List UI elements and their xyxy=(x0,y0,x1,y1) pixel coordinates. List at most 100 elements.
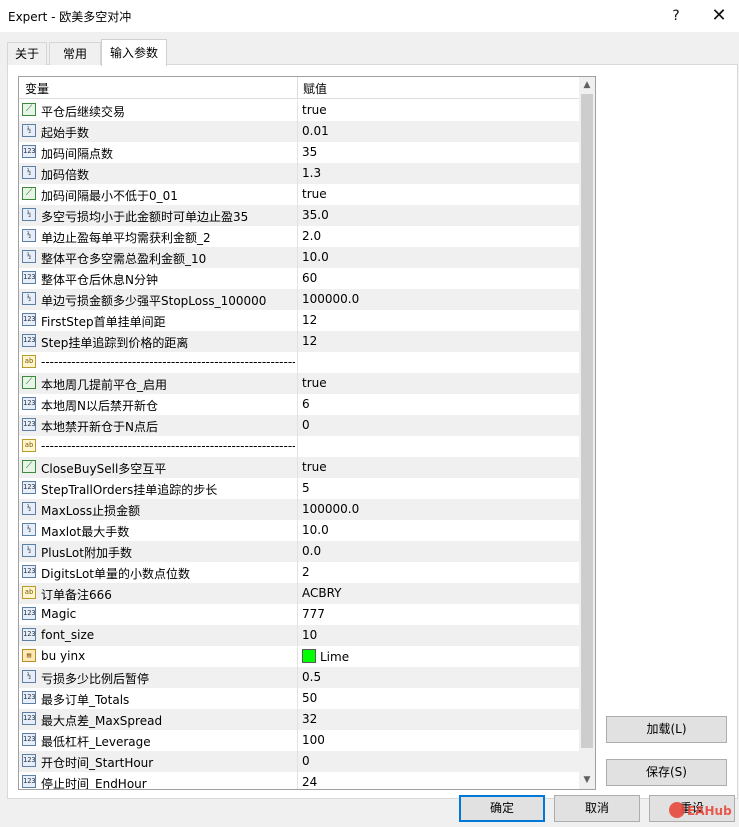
param-value[interactable]: 0 xyxy=(302,418,310,432)
param-value[interactable]: 12 xyxy=(302,334,317,348)
integer-icon: 123 xyxy=(22,418,36,431)
param-name: 整体平仓多空需总盈利金额_10 xyxy=(41,252,207,266)
header-value[interactable]: 赋值 xyxy=(303,80,327,97)
double-icon: ½ xyxy=(22,208,36,221)
param-row[interactable]: ⟋ 加码间隔最小不低于0_01 true xyxy=(19,184,579,205)
param-value[interactable]: 50 xyxy=(302,691,317,705)
param-row[interactable]: ⟋ 本地周几提前平仓_启用 true xyxy=(19,373,579,394)
param-row[interactable]: ab --------------------------------------… xyxy=(19,352,579,373)
param-value[interactable]: 100000.0 xyxy=(302,292,359,306)
param-row[interactable]: ⟋ 平仓后继续交易 true xyxy=(19,100,579,121)
scroll-down-icon[interactable]: ▼ xyxy=(579,772,595,789)
param-value[interactable]: Lime xyxy=(302,649,349,664)
param-value[interactable]: 5 xyxy=(302,481,310,495)
cell-separator xyxy=(297,121,298,142)
param-row[interactable]: 123 最多订单_Totals 50 xyxy=(19,688,579,709)
help-button[interactable]: ? xyxy=(658,4,694,28)
param-row[interactable]: 123 停止时间_EndHour 24 xyxy=(19,772,579,789)
param-name: 平仓后继续交易 xyxy=(41,105,126,119)
param-row[interactable]: 123 Step挂单追踪到价格的距离 12 xyxy=(19,331,579,352)
param-value[interactable]: 0.01 xyxy=(302,124,329,138)
cancel-button[interactable]: 取消 xyxy=(554,795,640,822)
integer-icon: 123 xyxy=(22,628,36,641)
param-row[interactable]: 123 本地周N以后禁开新仓 6 xyxy=(19,394,579,415)
param-value[interactable]: 0 xyxy=(302,754,310,768)
cell-separator xyxy=(297,142,298,163)
header-variable[interactable]: 变量 xyxy=(25,80,49,97)
param-row[interactable]: 123 StepTrallOrders挂单追踪的步长 5 xyxy=(19,478,579,499)
param-value[interactable]: 10 xyxy=(302,628,317,642)
tab-common[interactable]: 常用 xyxy=(49,42,101,65)
double-icon: ½ xyxy=(22,250,36,263)
param-row[interactable]: ⟋ CloseBuySell多空互平 true xyxy=(19,457,579,478)
param-value[interactable]: 24 xyxy=(302,775,317,789)
param-value[interactable]: true xyxy=(302,460,327,474)
param-value[interactable]: true xyxy=(302,187,327,201)
param-value[interactable]: true xyxy=(302,103,327,117)
param-name: 本地禁开新仓于N点后 xyxy=(41,420,158,434)
param-value[interactable]: 2.0 xyxy=(302,229,321,243)
param-row[interactable]: 123 加码间隔点数 35 xyxy=(19,142,579,163)
vertical-scrollbar[interactable]: ▲ ▼ xyxy=(579,77,595,789)
param-row[interactable]: 123 最低杠杆_Leverage 100 xyxy=(19,730,579,751)
string-icon: ab xyxy=(22,586,36,599)
param-row[interactable]: ½ PlusLot附加手数 0.0 xyxy=(19,541,579,562)
param-value[interactable]: 6 xyxy=(302,397,310,411)
param-row[interactable]: ½ 亏损多少比例后暂停 0.5 xyxy=(19,667,579,688)
param-value[interactable]: 10.0 xyxy=(302,250,329,264)
tab-inputs[interactable]: 输入参数 xyxy=(101,39,167,66)
color-name: Lime xyxy=(320,650,350,664)
param-value[interactable]: 12 xyxy=(302,313,317,327)
param-value[interactable]: 777 xyxy=(302,607,325,621)
param-value[interactable]: 2 xyxy=(302,565,310,579)
param-row[interactable]: ▤ bu yinx Lime xyxy=(19,646,579,667)
close-button[interactable]: ✕ xyxy=(701,4,737,28)
param-value[interactable]: 60 xyxy=(302,271,317,285)
param-value[interactable]: ACBRY xyxy=(302,586,342,600)
param-row[interactable]: 123 Magic 777 xyxy=(19,604,579,625)
param-row[interactable]: ½ 整体平仓多空需总盈利金额_10 10.0 xyxy=(19,247,579,268)
param-value[interactable]: true xyxy=(302,376,327,390)
param-value[interactable]: 100 xyxy=(302,733,325,747)
param-value[interactable]: 0.0 xyxy=(302,544,321,558)
param-row[interactable]: ½ 单边亏损金额多少强平StopLoss_100000 100000.0 xyxy=(19,289,579,310)
param-value[interactable]: 100000.0 xyxy=(302,502,359,516)
save-button[interactable]: 保存(S) xyxy=(606,759,727,786)
param-value[interactable]: 10.0 xyxy=(302,523,329,537)
integer-icon: 123 xyxy=(22,271,36,284)
tab-about[interactable]: 关于 xyxy=(7,42,47,65)
param-row[interactable]: ab 订单备注666 ACBRY xyxy=(19,583,579,604)
integer-icon: 123 xyxy=(22,565,36,578)
param-value[interactable]: 35 xyxy=(302,145,317,159)
param-row[interactable]: ½ 单边止盈每单平均需获利金额_2 2.0 xyxy=(19,226,579,247)
load-button[interactable]: 加载(L) xyxy=(606,716,727,743)
scroll-up-icon[interactable]: ▲ xyxy=(579,77,595,94)
param-row[interactable]: 123 开仓时间_StartHour 0 xyxy=(19,751,579,772)
param-row[interactable]: 123 DigitsLot单量的小数点位数 2 xyxy=(19,562,579,583)
param-row[interactable]: ½ 起始手数 0.01 xyxy=(19,121,579,142)
cell-separator xyxy=(297,415,298,436)
param-row[interactable]: ½ 多空亏损均小于此金额时可单边止盈35 35.0 xyxy=(19,205,579,226)
param-row[interactable]: ½ Maxlot最大手数 10.0 xyxy=(19,520,579,541)
param-row[interactable]: 123 最大点差_MaxSpread 32 xyxy=(19,709,579,730)
param-value[interactable]: 32 xyxy=(302,712,317,726)
param-name: 订单备注666 xyxy=(41,588,112,602)
param-value[interactable]: 0.5 xyxy=(302,670,321,684)
param-name: StepTrallOrders挂单追踪的步长 xyxy=(41,483,218,497)
param-row[interactable]: 123 整体平仓后休息N分钟 60 xyxy=(19,268,579,289)
param-value[interactable]: 35.0 xyxy=(302,208,329,222)
scroll-thumb[interactable] xyxy=(581,94,593,748)
param-row[interactable]: ab --------------------------------------… xyxy=(19,436,579,457)
grid-rows: ⟋ 平仓后继续交易 true ½ 起始手数 0.01 123 加码间隔点数 35 ½ 加码倍数 1.3… xyxy=(19,100,579,789)
param-row[interactable]: 123 font_size 10 xyxy=(19,625,579,646)
param-row[interactable]: 123 本地禁开新仓于N点后 0 xyxy=(19,415,579,436)
param-value[interactable]: 1.3 xyxy=(302,166,321,180)
double-icon: ½ xyxy=(22,544,36,557)
ok-button[interactable]: 确定 xyxy=(459,795,545,822)
param-row[interactable]: 123 FirstStep首单挂单间距 12 xyxy=(19,310,579,331)
param-row[interactable]: ½ MaxLoss止损金额 100000.0 xyxy=(19,499,579,520)
double-icon: ½ xyxy=(22,124,36,137)
cell-separator xyxy=(297,100,298,121)
watermark: EAHub xyxy=(669,802,733,820)
param-row[interactable]: ½ 加码倍数 1.3 xyxy=(19,163,579,184)
